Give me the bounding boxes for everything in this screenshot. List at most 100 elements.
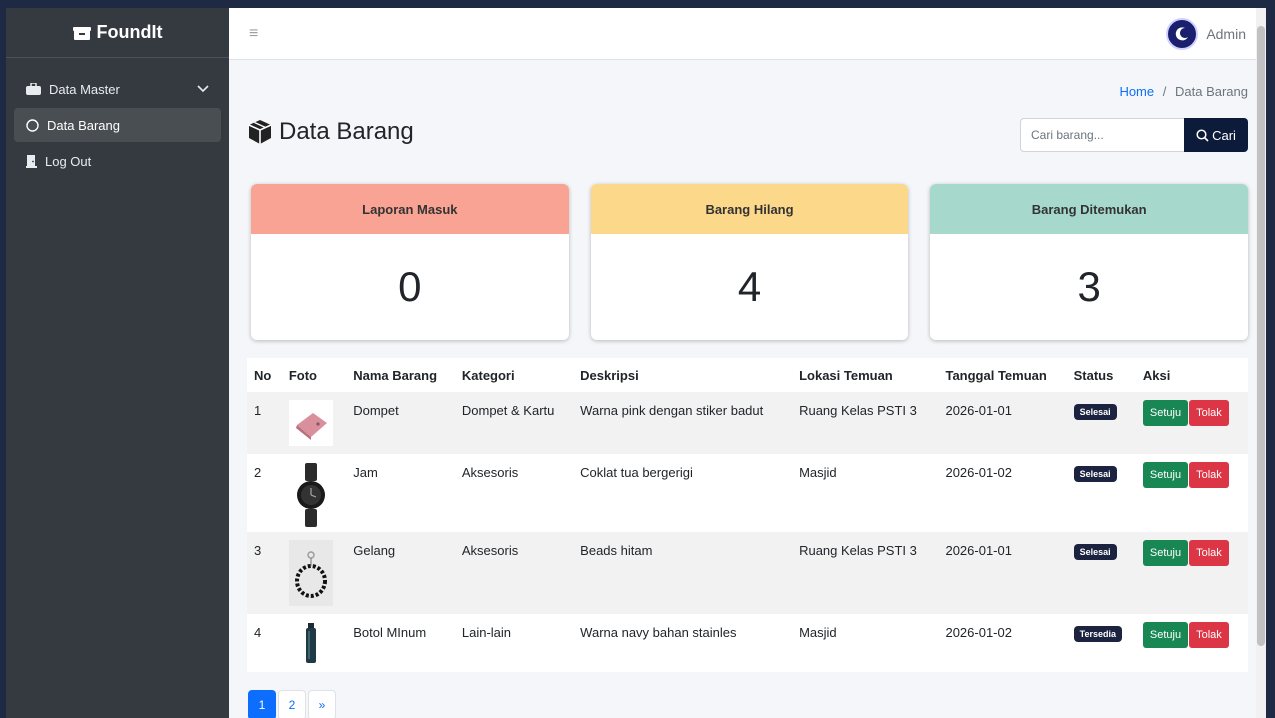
bottle-photo xyxy=(288,622,333,664)
watch-photo xyxy=(288,462,333,528)
cell-lokasi: Ruang Kelas PSTI 3 xyxy=(792,392,939,454)
cell-aksi: Setuju Tolak xyxy=(1135,532,1248,614)
cell-no: 3 xyxy=(247,532,282,614)
column-header: Nama Barang xyxy=(346,358,455,392)
cell-tanggal: 2026-01-02 xyxy=(938,614,1067,672)
hamburger-icon[interactable]: ≡ xyxy=(249,25,258,43)
items-table-container: No Foto Nama Barang Kategori Deskripsi L… xyxy=(247,358,1248,672)
sidebar: FoundIt Data Master Data Barang Log Out xyxy=(6,8,229,718)
cell-kategori: Dompet & Kartu xyxy=(454,392,574,454)
page-title: Data Barang xyxy=(247,118,414,146)
cell-lokasi: Masjid xyxy=(792,454,939,532)
reject-button[interactable]: Tolak xyxy=(1189,400,1229,426)
cell-deskripsi: Warna pink dengan stiker badut xyxy=(573,392,793,454)
cell-lokasi: Ruang Kelas PSTI 3 xyxy=(792,532,939,614)
vertical-scrollbar[interactable] xyxy=(1256,8,1266,718)
stat-card-value: 0 xyxy=(398,263,422,310)
cell-deskripsi: Warna navy bahan stainles xyxy=(573,614,793,672)
topbar: ≡ Admin xyxy=(229,8,1266,60)
reject-button[interactable]: Tolak xyxy=(1189,540,1229,566)
user-menu[interactable]: Admin xyxy=(1166,17,1246,50)
stat-card-header: Barang Ditemukan xyxy=(930,184,1249,234)
column-header: Deskripsi xyxy=(573,358,793,392)
table-row: 1 Dompet Dompet & Kartu Warna pink denga… xyxy=(247,392,1248,454)
breadcrumb-current: Data Barang xyxy=(1175,84,1248,99)
stat-card-header: Laporan Masuk xyxy=(251,184,569,234)
page-link-1[interactable]: 1 xyxy=(248,690,276,718)
sidebar-item-data-master[interactable]: Data Master xyxy=(14,72,221,106)
cell-aksi: Setuju Tolak xyxy=(1135,392,1248,454)
sidebar-item-label: Log Out xyxy=(45,153,92,169)
cell-aksi: Setuju Tolak xyxy=(1135,614,1248,672)
user-name: Admin xyxy=(1206,25,1246,42)
search-button-label: Cari xyxy=(1212,127,1236,143)
cube-icon xyxy=(248,120,272,144)
stat-card-value: 3 xyxy=(1077,263,1101,310)
door-icon xyxy=(26,154,37,168)
approve-button[interactable]: Setuju xyxy=(1142,540,1189,566)
column-header: Aksi xyxy=(1135,358,1248,392)
next-page-link[interactable]: » xyxy=(308,690,336,718)
sidebar-item-log-out[interactable]: Log Out xyxy=(14,144,221,178)
cell-status: Selesai xyxy=(1066,454,1136,532)
circle-icon xyxy=(26,118,39,132)
table-row: 3 Gelang Aksesoris Beads hitam Ruang Kel… xyxy=(247,532,1248,614)
items-table: No Foto Nama Barang Kategori Deskripsi L… xyxy=(247,358,1248,672)
column-header: Tanggal Temuan xyxy=(938,358,1067,392)
column-header: Lokasi Temuan xyxy=(792,358,939,392)
cell-deskripsi: Coklat tua bergerigi xyxy=(573,454,793,532)
stats-cards: Laporan Masuk 0 Barang Hilang 4 Barang D… xyxy=(251,184,1249,340)
cell-status: Selesai xyxy=(1066,392,1136,454)
table-row: 2 Jam Aksesoris Coklat tua bergerigi Mas… xyxy=(247,454,1248,532)
scrollbar-thumb[interactable] xyxy=(1257,26,1265,646)
avatar xyxy=(1166,17,1199,50)
status-badge: Selesai xyxy=(1073,544,1117,560)
stat-card-laporan-masuk: Laporan Masuk 0 xyxy=(251,184,569,340)
cell-foto xyxy=(281,392,347,454)
reject-button[interactable]: Tolak xyxy=(1189,622,1229,648)
cell-nama: Botol MInum xyxy=(346,614,455,672)
cell-aksi: Setuju Tolak xyxy=(1135,454,1248,532)
main-content: Home / Data Barang Data Barang Cari Lapo… xyxy=(229,60,1256,718)
wallet-photo xyxy=(288,400,333,446)
status-badge: Tersedia xyxy=(1073,626,1122,642)
brand[interactable]: FoundIt xyxy=(6,8,229,58)
sidebar-item-label: Data Barang xyxy=(47,117,120,133)
chevron-down-icon xyxy=(197,85,209,93)
cell-no: 1 xyxy=(247,392,282,454)
table-row: 4 Botol MInum Lain-lain Warna navy bahan… xyxy=(247,614,1248,672)
search-bar: Cari xyxy=(1020,118,1248,152)
cell-kategori: Aksesoris xyxy=(454,454,574,532)
reject-button[interactable]: Tolak xyxy=(1189,462,1229,488)
page-link-2[interactable]: 2 xyxy=(278,690,306,718)
breadcrumb-home-link[interactable]: Home xyxy=(1119,84,1154,99)
table-header-row: No Foto Nama Barang Kategori Deskripsi L… xyxy=(247,358,1248,392)
stat-card-barang-ditemukan: Barang Ditemukan 3 xyxy=(930,184,1249,340)
breadcrumb-separator: / xyxy=(1162,84,1167,99)
cell-tanggal: 2026-01-01 xyxy=(938,532,1067,614)
status-badge: Selesai xyxy=(1073,404,1117,420)
cell-tanggal: 2026-01-02 xyxy=(938,454,1067,532)
brand-name: FoundIt xyxy=(96,22,163,42)
moon-icon xyxy=(1176,26,1189,40)
cell-status: Selesai xyxy=(1066,532,1136,614)
approve-button[interactable]: Setuju xyxy=(1142,462,1189,488)
sidebar-item-label: Data Master xyxy=(49,81,120,97)
sidebar-nav: Data Master Data Barang Log Out xyxy=(6,58,229,194)
cell-foto xyxy=(281,614,347,672)
cell-status: Tersedia xyxy=(1066,614,1136,672)
search-input[interactable] xyxy=(1020,118,1184,152)
cell-kategori: Lain-lain xyxy=(454,614,574,672)
approve-button[interactable]: Setuju xyxy=(1142,622,1189,648)
pagination: 1 2 » xyxy=(248,690,336,718)
search-button[interactable]: Cari xyxy=(1184,118,1248,152)
breadcrumb: Home / Data Barang xyxy=(1119,84,1248,99)
column-header: No xyxy=(247,358,282,392)
bracelet-photo xyxy=(288,540,333,606)
approve-button[interactable]: Setuju xyxy=(1142,400,1189,426)
cell-deskripsi: Beads hitam xyxy=(573,532,793,614)
app-window: FoundIt Data Master Data Barang Log Out … xyxy=(6,8,1266,718)
box-logo-icon xyxy=(72,26,91,40)
column-header: Kategori xyxy=(454,358,574,392)
sidebar-item-data-barang[interactable]: Data Barang xyxy=(14,108,221,142)
